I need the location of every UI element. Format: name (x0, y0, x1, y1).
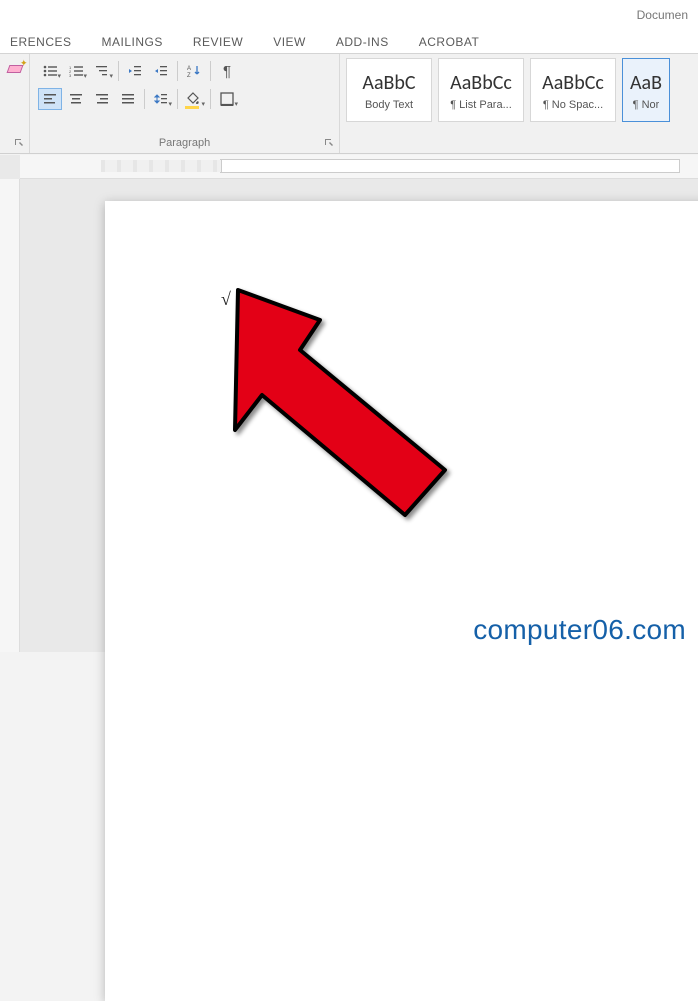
separator (210, 89, 211, 109)
align-right-button[interactable] (90, 88, 114, 110)
style-name: ¶ No Spac... (543, 99, 603, 111)
dialog-launcher-icon[interactable] (13, 137, 25, 149)
style-name: ¶ List Para... (450, 99, 512, 111)
style-name: ¶ Nor (633, 99, 660, 111)
clipboard-group-partial: ✦ (0, 54, 30, 153)
paragraph-group-label: Paragraph (38, 137, 331, 151)
style-preview: AaBbCc (542, 71, 604, 95)
tab-acrobat[interactable]: ACROBAT (415, 31, 484, 53)
shading-button[interactable]: ▾ (182, 88, 206, 110)
separator (118, 61, 119, 81)
decrease-indent-button[interactable] (123, 60, 147, 82)
style-no-spacing[interactable]: AaBbCc ¶ No Spac... (530, 58, 616, 122)
style-body-text[interactable]: AaBbC Body Text (346, 58, 432, 122)
paragraph-dialog-launcher-icon[interactable] (323, 137, 335, 149)
svg-text:Z: Z (187, 73, 191, 78)
tab-addins[interactable]: ADD-INS (332, 31, 393, 53)
style-name: Body Text (365, 99, 413, 111)
align-left-button[interactable] (38, 88, 62, 110)
style-preview: AaBbCc (450, 71, 512, 95)
styles-group-label (346, 149, 696, 151)
separator (210, 61, 211, 81)
tab-review[interactable]: REVIEW (189, 31, 247, 53)
clear-formatting-icon[interactable]: ✦ (4, 60, 26, 80)
tab-view[interactable]: VIEW (269, 31, 310, 53)
separator (177, 61, 178, 81)
tab-mailings[interactable]: MAILINGS (98, 31, 167, 53)
line-spacing-button[interactable]: ▾ (149, 88, 173, 110)
vertical-ruler[interactable] (0, 179, 20, 652)
separator (177, 89, 178, 109)
svg-text:A: A (187, 66, 191, 72)
style-preview: AaBbC (362, 71, 415, 95)
multilevel-list-button[interactable]: ▾ (90, 60, 114, 82)
styles-gallery[interactable]: AaBbC Body Text AaBbCc ¶ List Para... Aa… (346, 58, 696, 122)
ribbon: ✦ ▾ 123 ▾ ▾ (0, 54, 698, 154)
bullets-button[interactable]: ▾ (38, 60, 62, 82)
svg-text:3: 3 (69, 73, 72, 77)
workspace: √ (0, 155, 698, 652)
document-title: Documen (637, 8, 688, 22)
window-titlebar: Documen (0, 0, 698, 30)
style-preview: AaB (630, 71, 662, 95)
separator (144, 89, 145, 109)
borders-button[interactable]: ▾ (215, 88, 239, 110)
style-normal[interactable]: AaB ¶ Nor (622, 58, 670, 122)
sort-button[interactable]: AZ (182, 60, 206, 82)
increase-indent-button[interactable] (149, 60, 173, 82)
paragraph-group: ▾ 123 ▾ ▾ AZ (30, 54, 340, 153)
document-page[interactable]: √ (105, 201, 698, 1001)
styles-group: AaBbC Body Text AaBbCc ¶ List Para... Aa… (340, 54, 698, 153)
ribbon-tabs: ERENCES MAILINGS REVIEW VIEW ADD-INS ACR… (0, 30, 698, 54)
justify-button[interactable] (116, 88, 140, 110)
document-content: √ (221, 289, 231, 310)
style-list-paragraph[interactable]: AaBbCc ¶ List Para... (438, 58, 524, 122)
align-center-button[interactable] (64, 88, 88, 110)
tab-references[interactable]: ERENCES (6, 31, 76, 53)
horizontal-ruler[interactable] (20, 155, 698, 179)
show-hide-paragraph-button[interactable]: ¶ (215, 60, 239, 82)
numbering-button[interactable]: 123 ▾ (64, 60, 88, 82)
watermark-text: computer06.com (473, 614, 686, 646)
